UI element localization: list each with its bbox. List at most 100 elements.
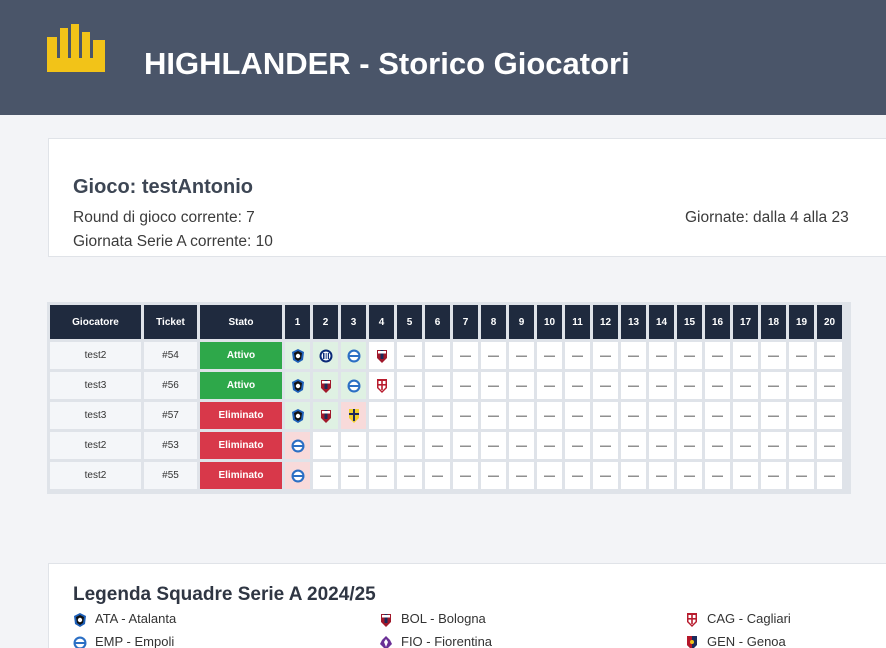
empty-pick-cell: —	[817, 372, 842, 399]
empty-pick-cell: —	[621, 432, 646, 459]
empty-pick-cell: —	[425, 342, 450, 369]
empty-pick-cell: —	[425, 402, 450, 429]
empty-pick-cell: —	[453, 432, 478, 459]
empty-pick-cell: —	[817, 342, 842, 369]
empty-pick-cell: —	[509, 402, 534, 429]
empty-pick-cell: —	[397, 372, 422, 399]
table-row: test2 #54 Attivo — — — — — — — — — — — — — — — —	[50, 342, 842, 369]
atalanta-crest-icon	[291, 408, 304, 423]
atalanta-crest-icon	[291, 378, 304, 393]
legend-item: BOL - Bologna	[379, 611, 486, 628]
pick-cell	[285, 462, 310, 489]
col-header-round: 11	[565, 305, 590, 339]
empty-pick-cell: —	[397, 342, 422, 369]
empty-pick-cell: —	[789, 402, 814, 429]
current-round: Round di gioco corrente: 7	[73, 209, 255, 226]
empty-pick-cell: —	[369, 402, 394, 429]
empty-pick-cell: —	[397, 432, 422, 459]
empty-pick-cell: —	[761, 432, 786, 459]
pick-cell	[369, 342, 394, 369]
col-header-round: 7	[453, 305, 478, 339]
empty-pick-cell: —	[453, 402, 478, 429]
empty-pick-cell: —	[593, 342, 618, 369]
legend-label: FIO - Fiorentina	[401, 634, 493, 648]
empty-pick-cell: —	[397, 462, 422, 489]
empty-pick-cell: —	[313, 432, 338, 459]
col-header-status: Stato	[200, 305, 282, 339]
ticket-number: #53	[144, 432, 197, 459]
inter-crest-icon	[319, 349, 332, 362]
legend-item: ATA - Atalanta	[73, 611, 176, 628]
empty-pick-cell: —	[649, 432, 674, 459]
pick-cell	[313, 342, 338, 369]
col-header-round: 2	[313, 305, 338, 339]
player-name: test3	[50, 372, 141, 399]
col-header-round: 18	[761, 305, 786, 339]
empty-pick-cell: —	[425, 372, 450, 399]
col-header-round: 17	[733, 305, 758, 339]
empty-pick-cell: —	[341, 462, 366, 489]
empty-pick-cell: —	[509, 342, 534, 369]
empty-pick-cell: —	[733, 342, 758, 369]
empty-pick-cell: —	[649, 372, 674, 399]
legend-label: CAG - Cagliari	[707, 611, 791, 626]
page-title: HIGHLANDER - Storico Giocatori	[144, 46, 630, 81]
empty-pick-cell: —	[621, 372, 646, 399]
empty-pick-cell: —	[509, 372, 534, 399]
status-badge: Attivo	[200, 372, 282, 399]
col-header-round: 19	[789, 305, 814, 339]
empty-pick-cell: —	[705, 402, 730, 429]
empoli-crest-icon	[73, 636, 87, 648]
legend-title: Legenda Squadre Serie A 2024/25	[73, 584, 376, 605]
genoa-crest-icon	[687, 635, 697, 648]
empty-pick-cell: —	[705, 462, 730, 489]
empty-pick-cell: —	[481, 432, 506, 459]
legend-item: GEN - Genoa	[685, 634, 786, 648]
empty-pick-cell: —	[649, 402, 674, 429]
table-row: test3 #57 Eliminato — — — — — — — — — — — — — — — — —	[50, 402, 842, 429]
empty-pick-cell: —	[789, 462, 814, 489]
empty-pick-cell: —	[593, 402, 618, 429]
fiorentina-crest-icon	[380, 635, 392, 648]
legend-label: EMP - Empoli	[95, 634, 175, 648]
col-header-round: 8	[481, 305, 506, 339]
empty-pick-cell: —	[425, 432, 450, 459]
players-history-table: Giocatore Ticket Stato 1 2 3 4 5 6 7 8 9 10 11 12 13 14 1…	[47, 302, 851, 494]
col-header-round: 16	[705, 305, 730, 339]
empty-pick-cell: —	[761, 462, 786, 489]
col-header-round: 20	[817, 305, 842, 339]
ticket-number: #57	[144, 402, 197, 429]
legend-label: ATA - Atalanta	[95, 611, 177, 626]
empty-pick-cell: —	[817, 462, 842, 489]
col-header-round: 10	[537, 305, 562, 339]
empoli-crest-icon	[291, 469, 304, 482]
status-badge: Attivo	[200, 342, 282, 369]
empty-pick-cell: —	[481, 402, 506, 429]
empty-pick-cell: —	[509, 462, 534, 489]
empty-pick-cell: —	[649, 462, 674, 489]
atalanta-crest-icon	[291, 348, 304, 363]
ticket-number: #56	[144, 372, 197, 399]
empty-pick-cell: —	[565, 402, 590, 429]
legend-label: GEN - Genoa	[707, 634, 786, 648]
empty-pick-cell: —	[705, 342, 730, 369]
empoli-crest-icon	[347, 349, 360, 362]
empty-pick-cell: —	[817, 402, 842, 429]
legend-item: EMP - Empoli	[73, 634, 174, 648]
empty-pick-cell: —	[537, 342, 562, 369]
empty-pick-cell: —	[621, 342, 646, 369]
legend-item: FIO - Fiorentina	[379, 634, 492, 648]
col-header-ticket: Ticket	[144, 305, 197, 339]
empty-pick-cell: —	[789, 432, 814, 459]
empty-pick-cell: —	[593, 372, 618, 399]
empty-pick-cell: —	[677, 372, 702, 399]
empoli-crest-icon	[291, 439, 304, 452]
pick-cell	[285, 402, 310, 429]
empty-pick-cell: —	[481, 342, 506, 369]
empty-pick-cell: —	[481, 372, 506, 399]
empty-pick-cell: —	[369, 462, 394, 489]
empty-pick-cell: —	[789, 342, 814, 369]
empty-pick-cell: —	[649, 342, 674, 369]
empty-pick-cell: —	[397, 402, 422, 429]
current-matchday: Giornata Serie A corrente: 10	[73, 233, 273, 250]
